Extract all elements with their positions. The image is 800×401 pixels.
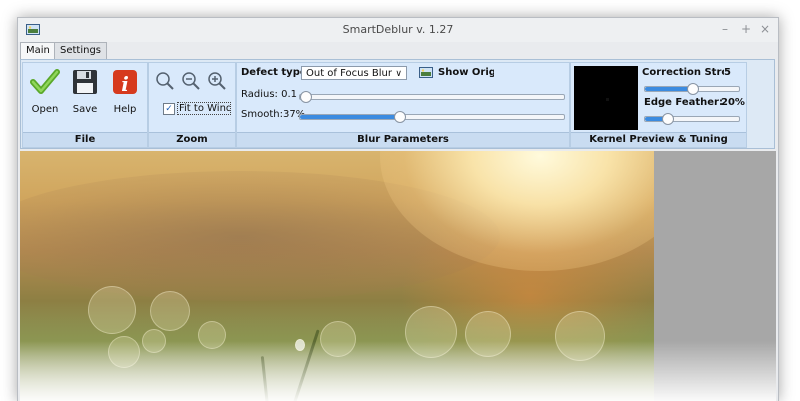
file-group-label: File (23, 132, 147, 147)
close-button[interactable]: × (760, 22, 770, 36)
help-info-icon: i (113, 70, 137, 96)
app-window: SmartDeblur v. 1.27 – + × Main Settings … (17, 17, 779, 401)
chevron-down-icon: ∨ (395, 69, 402, 79)
bokeh-circle (88, 286, 136, 334)
help-button[interactable]: i Help (107, 67, 143, 119)
show-original-label[interactable]: Show Origina (438, 67, 494, 78)
defect-type-select[interactable]: Out of Focus Blur ∨ (301, 66, 407, 80)
open-label: Open (31, 104, 59, 115)
correction-strength-slider[interactable] (644, 83, 740, 95)
show-original-icon[interactable] (419, 67, 433, 78)
smooth-slider[interactable] (299, 111, 565, 123)
window-title: SmartDeblur v. 1.27 (342, 23, 454, 36)
save-floppy-icon (73, 70, 97, 94)
fit-to-window-label[interactable]: Fit to Windc (177, 102, 231, 115)
kernel-group-label: Kernel Preview & Tuning (571, 132, 746, 147)
radius-value: 0.1 (281, 89, 297, 100)
smooth-slider-fill (300, 115, 399, 119)
bokeh-circle (150, 291, 190, 331)
minimize-button[interactable]: – (722, 22, 728, 36)
save-label: Save (72, 104, 98, 115)
help-label: Help (113, 104, 137, 115)
blur-parameters-group: Defect type: Out of Focus Blur ∨ Show Or… (236, 62, 570, 148)
zoom-icon[interactable] (155, 71, 175, 91)
fit-to-window-checkbox[interactable]: ✓ (163, 103, 175, 115)
open-check-icon (30, 69, 60, 94)
radius-slider[interactable] (299, 91, 565, 103)
tab-settings[interactable]: Settings (54, 42, 108, 59)
ribbon: Open Save i Help File ✓ Fit to Win Zoom … (20, 59, 775, 149)
edge-slider-thumb[interactable] (661, 113, 674, 125)
zoom-group-label: Zoom (149, 132, 235, 147)
radius-slider-thumb[interactable] (300, 91, 312, 103)
image-viewport[interactable] (20, 151, 776, 401)
smooth-label: Smooth:37% (241, 109, 305, 120)
smooth-slider-thumb[interactable] (393, 111, 406, 123)
zoom-in-icon[interactable] (207, 71, 227, 91)
smooth-label-text: Smooth: (241, 109, 283, 120)
open-button[interactable]: Open (27, 67, 63, 119)
tab-main[interactable]: Main (20, 42, 56, 60)
maximize-button[interactable]: + (741, 22, 751, 36)
save-button[interactable]: Save (67, 67, 103, 119)
radius-label-text: Radius: (241, 89, 278, 100)
edge-feather-value: 20% (721, 97, 745, 108)
correction-slider-fill (645, 87, 692, 91)
correction-strength-label: Correction Streng (642, 67, 724, 78)
zoom-group: ✓ Fit to Windc Zoom (148, 62, 236, 148)
title-bar: SmartDeblur v. 1.27 – + × (18, 18, 778, 42)
file-group: Open Save i Help File (22, 62, 148, 148)
kernel-preview[interactable] (574, 66, 638, 130)
radius-label: Radius: 0.1 (241, 89, 297, 100)
kernel-dot (606, 98, 609, 101)
defect-type-value: Out of Focus Blur (306, 68, 392, 79)
blur-group-label: Blur Parameters (237, 132, 569, 147)
edge-feather-slider[interactable] (644, 113, 740, 125)
zoom-out-icon[interactable] (181, 71, 201, 91)
correction-strength-value: 5 (724, 67, 731, 78)
svg-text:i: i (121, 72, 129, 96)
correction-slider-thumb[interactable] (687, 83, 699, 95)
bottom-fade (20, 341, 776, 401)
kernel-group: Correction Streng 5 Edge Feather: 20% Ke… (570, 62, 747, 148)
edge-feather-label: Edge Feather: (644, 97, 723, 108)
